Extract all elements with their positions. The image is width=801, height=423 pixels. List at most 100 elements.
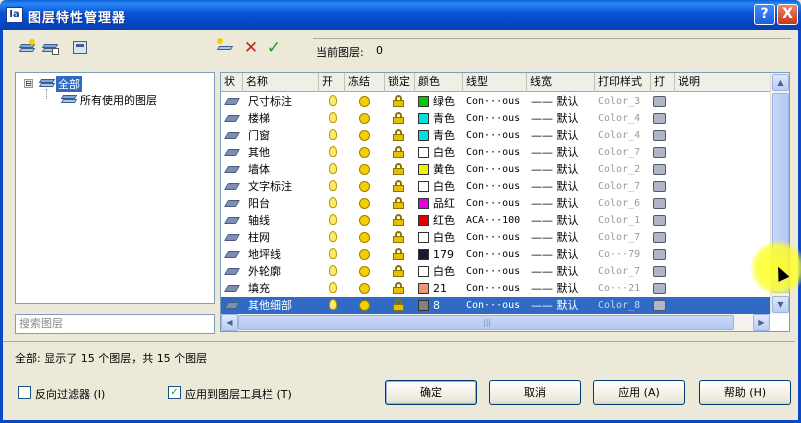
scroll-down-button[interactable]: ▼ <box>772 296 789 313</box>
layer-plot-style[interactable]: Color_4 <box>598 110 650 127</box>
layer-linetype[interactable]: Con···ous <box>466 127 526 144</box>
layer-name[interactable]: 其他 <box>248 144 318 161</box>
sun-icon[interactable] <box>359 215 370 226</box>
layer-lineweight[interactable]: —— 默认 <box>531 280 593 297</box>
color-swatch[interactable] <box>418 181 429 192</box>
header-on[interactable]: 开 <box>319 73 345 92</box>
layer-row[interactable]: 其他 白色 Con···ous —— 默认 Color_7 <box>221 144 770 161</box>
color-swatch[interactable] <box>418 300 429 311</box>
layer-grid[interactable]: 状 名称 开 冻结 锁定 颜色 线型 线宽 打印样式 打 说明 尺寸标注 绿色 Co… <box>220 72 790 332</box>
layer-lineweight[interactable]: —— 默认 <box>531 127 593 144</box>
layer-plot-style[interactable]: Color_6 <box>598 195 650 212</box>
layer-linetype[interactable]: Con···ous <box>466 161 526 178</box>
sun-icon[interactable] <box>359 147 370 158</box>
layer-row[interactable]: 文字标注 白色 Con···ous —— 默认 Color_7 <box>221 178 770 195</box>
lightbulb-icon[interactable] <box>329 129 337 140</box>
layer-lineweight[interactable]: —— 默认 <box>531 195 593 212</box>
layer-lineweight[interactable]: —— 默认 <box>531 144 593 161</box>
layer-plot-style[interactable]: Color_4 <box>598 127 650 144</box>
help-button[interactable]: 帮助 (H) <box>699 380 791 405</box>
header-plot[interactable]: 打 <box>651 73 675 92</box>
unlock-icon[interactable] <box>393 95 404 107</box>
horizontal-scroll-thumb[interactable]: ||| <box>238 315 734 330</box>
layer-name[interactable]: 轴线 <box>248 212 318 229</box>
scroll-right-button[interactable]: ▶ <box>753 314 770 331</box>
color-swatch[interactable] <box>418 198 429 209</box>
layer-color[interactable]: 品红 <box>433 195 463 212</box>
layer-name[interactable]: 尺寸标注 <box>248 93 318 110</box>
layer-color[interactable]: 青色 <box>433 110 463 127</box>
lightbulb-icon[interactable] <box>329 163 337 174</box>
sun-icon[interactable] <box>359 232 370 243</box>
cancel-button[interactable]: 取消 <box>489 380 581 405</box>
layer-status-icon[interactable] <box>223 302 241 309</box>
header-linetype[interactable]: 线型 <box>463 73 527 92</box>
lightbulb-icon[interactable] <box>329 180 337 191</box>
sun-icon[interactable] <box>359 249 370 260</box>
printer-icon[interactable] <box>653 266 666 277</box>
header-status[interactable]: 状 <box>221 73 243 92</box>
printer-icon[interactable] <box>653 232 666 243</box>
header-color[interactable]: 颜色 <box>415 73 463 92</box>
printer-icon[interactable] <box>653 130 666 141</box>
color-swatch[interactable] <box>418 130 429 141</box>
invert-filter-checkbox[interactable] <box>18 386 31 399</box>
sun-icon[interactable] <box>359 164 370 175</box>
layer-row[interactable]: 门窗 青色 Con···ous —— 默认 Color_4 <box>221 127 770 144</box>
layer-color[interactable]: 青色 <box>433 127 463 144</box>
layer-color[interactable]: 21 <box>433 280 463 297</box>
layer-row[interactable]: 柱网 白色 Con···ous —— 默认 Color_7 <box>221 229 770 246</box>
layer-lineweight[interactable]: —— 默认 <box>531 93 593 110</box>
lightbulb-icon[interactable] <box>329 282 337 293</box>
layer-linetype[interactable]: Con···ous <box>466 280 526 297</box>
close-button[interactable]: X <box>777 4 798 25</box>
layer-states-icon[interactable] <box>40 38 62 58</box>
search-layers-input[interactable]: 搜索图层 <box>15 314 215 334</box>
layer-row[interactable]: 阳台 品红 Con···ous —— 默认 Color_6 <box>221 195 770 212</box>
layer-status-icon[interactable] <box>223 217 241 224</box>
layer-row[interactable]: 填充 21 Con···ous —— 默认 Co···21 <box>221 280 770 297</box>
color-swatch[interactable] <box>418 249 429 260</box>
layer-lineweight[interactable]: —— 默认 <box>531 263 593 280</box>
printer-icon[interactable] <box>653 198 666 209</box>
unlock-icon[interactable] <box>393 112 404 124</box>
layer-color[interactable]: 红色 <box>433 212 463 229</box>
lightbulb-icon[interactable] <box>329 299 337 310</box>
layer-linetype[interactable]: Con···ous <box>466 110 526 127</box>
new-layer-icon[interactable] <box>215 38 237 58</box>
layer-row[interactable]: 地坪线 179 Con···ous —— 默认 Co···79 <box>221 246 770 263</box>
sun-icon[interactable] <box>359 113 370 124</box>
layer-lineweight[interactable]: —— 默认 <box>531 212 593 229</box>
unlock-icon[interactable] <box>393 282 404 294</box>
lightbulb-icon[interactable] <box>329 112 337 123</box>
layer-linetype[interactable]: ACA···100 <box>466 212 526 229</box>
header-description[interactable]: 说明 <box>675 73 770 92</box>
layer-name[interactable]: 楼梯 <box>248 110 318 127</box>
unlock-icon[interactable] <box>393 299 404 311</box>
layer-color[interactable]: 白色 <box>433 144 463 161</box>
lightbulb-icon[interactable] <box>329 231 337 242</box>
lightbulb-icon[interactable] <box>329 146 337 157</box>
sun-icon[interactable] <box>359 181 370 192</box>
collapse-icon[interactable]: ⊟ <box>24 79 33 88</box>
color-swatch[interactable] <box>418 113 429 124</box>
printer-icon[interactable] <box>653 147 666 158</box>
layer-color[interactable]: 179 <box>433 246 463 263</box>
layer-plot-style[interactable]: Color_2 <box>598 161 650 178</box>
unlock-icon[interactable] <box>393 163 404 175</box>
color-swatch[interactable] <box>418 164 429 175</box>
layer-name[interactable]: 填充 <box>248 280 318 297</box>
apply-toolbar-label[interactable]: 应用到图层工具栏 (T) <box>185 386 292 402</box>
layer-name[interactable]: 柱网 <box>248 229 318 246</box>
lightbulb-icon[interactable] <box>329 248 337 259</box>
layer-linetype[interactable]: Con···ous <box>466 263 526 280</box>
layer-name[interactable]: 其他细部 <box>248 297 318 314</box>
unlock-icon[interactable] <box>393 214 404 226</box>
layer-plot-style[interactable]: Color_7 <box>598 144 650 161</box>
layer-status-icon[interactable] <box>223 285 241 292</box>
layer-row[interactable]: 轴线 红色 ACA···100 —— 默认 Color_1 <box>221 212 770 229</box>
layer-plot-style[interactable]: Co···21 <box>598 280 650 297</box>
color-swatch[interactable] <box>418 147 429 158</box>
header-lineweight[interactable]: 线宽 <box>527 73 595 92</box>
layer-lineweight[interactable]: —— 默认 <box>531 110 593 127</box>
